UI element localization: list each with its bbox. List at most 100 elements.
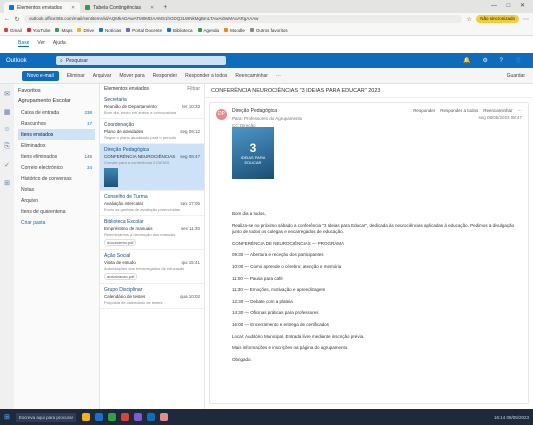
apps-icon[interactable]: ⊞: [4, 179, 10, 187]
message-list-item[interactable]: Coordenação Plano de atividades seg 09:12 S…: [100, 119, 204, 144]
close-tab-icon[interactable]: ✕: [71, 5, 75, 11]
message-body: Bom dia a todos, Realiza-se no próximo sá…: [232, 211, 522, 368]
app-name[interactable]: Outlook: [6, 58, 48, 64]
bookmark-item[interactable]: Drive: [77, 28, 94, 33]
taskbar-app-icon[interactable]: [159, 413, 168, 421]
bookmark-item[interactable]: Portal Docente: [126, 28, 162, 33]
poster-number: 3: [249, 141, 257, 155]
archive-button[interactable]: Arquivar: [93, 73, 112, 79]
message-list-item[interactable]: Grupo Disciplinar Calendário de testes qua…: [100, 284, 204, 309]
taskbar-search[interactable]: Escreva aqui para procurar: [15, 412, 76, 422]
message-list-item[interactable]: Secretaria Reunião de Departamento ter 10:…: [100, 94, 204, 119]
favorites-heading[interactable]: Favoritos: [18, 88, 95, 94]
forward-button[interactable]: Reencaminhar: [235, 73, 268, 79]
taskbar-app-icon[interactable]: [146, 413, 155, 421]
bookmark-item[interactable]: Gmail: [4, 28, 22, 33]
forward-action[interactable]: Reencaminhar: [483, 108, 512, 113]
folder-item[interactable]: Arquivo: [18, 195, 95, 206]
folder-item[interactable]: Itens eliminados 145: [18, 151, 95, 162]
new-mail-button[interactable]: Novo e-mail: [22, 70, 59, 81]
folder-item[interactable]: Correio electrónico 34: [18, 162, 95, 173]
folder-item[interactable]: Histórico de conversas: [18, 173, 95, 184]
more-button[interactable]: ···: [276, 73, 281, 79]
tab-home[interactable]: Base: [18, 40, 30, 47]
avatar[interactable]: DP: [216, 109, 227, 120]
folder-item[interactable]: Eliminados: [18, 140, 95, 151]
bookmark-icon: [126, 28, 131, 32]
star-icon[interactable]: ☆: [466, 16, 472, 23]
attachment-thumbnail[interactable]: [104, 168, 118, 187]
message-list-item[interactable]: Conselho de Turma Avaliação intercalar sex…: [100, 191, 204, 216]
reload-icon[interactable]: ↻: [14, 16, 20, 23]
poster-image[interactable]: 3 IDEIAS PARA EDUCAR: [232, 127, 274, 179]
bookmark-icon: [249, 28, 254, 32]
folder-item[interactable]: Rascunhos 17: [18, 118, 95, 129]
body-paragraph: 11:00 — Pausa para café: [232, 275, 283, 281]
account-name[interactable]: Agrupamento Escolar: [18, 98, 95, 104]
tasks-icon[interactable]: ✓: [4, 161, 10, 169]
people-icon[interactable]: ☺: [3, 126, 10, 133]
command-ribbon: Novo e-mail Eliminar Arquivar Mover para…: [0, 68, 533, 84]
header-icons[interactable]: 🔔 ⚙ ? 👤: [463, 57, 527, 64]
browser-tab-second[interactable]: Tabela Contingências ✕: [80, 2, 159, 13]
bookmark-item[interactable]: Maps: [55, 28, 72, 33]
delete-button[interactable]: Eliminar: [67, 73, 85, 79]
new-tab-button[interactable]: +: [163, 2, 167, 13]
taskbar-app-icon[interactable]: [120, 413, 129, 421]
bookmark-item[interactable]: Moodle: [224, 28, 245, 33]
folder-item[interactable]: Itens de quarentena: [18, 206, 95, 217]
reply-action[interactable]: Responder: [413, 108, 435, 113]
reply-all-action[interactable]: Responder a todos: [440, 108, 478, 113]
message-list-item[interactable]: Biblioteca Escolar Empréstimo de manuais s…: [100, 216, 204, 250]
attach-icon[interactable]: ⎘: [4, 143, 10, 151]
message-list: Elementos enviados Filtrar Secretaria Reu…: [100, 84, 205, 409]
reply-all-button[interactable]: Responder a todos: [185, 73, 227, 79]
bookmark-item[interactable]: Biblioteca: [167, 28, 193, 33]
reply-button[interactable]: Responder: [153, 73, 177, 79]
back-arrow-icon[interactable]: ←: [4, 16, 10, 22]
url-field[interactable]: outlook.office365.com/mail/sentitems/id/…: [24, 15, 463, 23]
unread-count: 17: [86, 121, 92, 126]
search-input[interactable]: ⌕ Pesquisar: [56, 56, 226, 65]
taskbar-app-icon[interactable]: [133, 413, 142, 421]
filter-button[interactable]: Filtrar: [187, 86, 200, 92]
calendar-icon[interactable]: ▦: [4, 108, 11, 116]
body-paragraph: Local: Auditório Municipal. Entrada livr…: [232, 333, 365, 339]
bookmark-item[interactable]: Notícias: [98, 28, 121, 33]
window-controls[interactable]: — □ ✕: [491, 2, 529, 9]
message-subject: Empréstimo de manuais: [104, 226, 153, 231]
message-sender: Secretaria: [104, 97, 127, 103]
bookmark-item[interactable]: YouTube: [26, 28, 50, 33]
message-list-item[interactable]: Ação Social Visita de estudo qui 15:41 Auto…: [100, 250, 204, 284]
folder-item[interactable]: Itens enviados: [18, 129, 95, 140]
create-folder-link[interactable]: Criar pasta: [18, 217, 95, 228]
sender-name[interactable]: Direção Pedagógica: [232, 108, 302, 115]
close-tab-icon[interactable]: ✕: [150, 5, 154, 11]
message-list-item[interactable]: Direção Pedagógica CONFERÊNCIA NEUROCIÊNC…: [100, 144, 204, 191]
attachment-chip[interactable]: autorizacao.pdf: [104, 273, 138, 280]
taskbar-app-icon[interactable]: [94, 413, 103, 421]
save-button[interactable]: Guardar: [507, 73, 525, 79]
browser-tab-outlook[interactable]: Elementos enviados ✕: [4, 2, 81, 13]
body-paragraph: 12:30 — Debate com a plateia: [232, 298, 293, 304]
message-time: sex 17:05: [180, 201, 200, 206]
sync-status-button[interactable]: Não sincronizado: [476, 15, 519, 23]
tab-view[interactable]: Ver: [37, 40, 45, 47]
windows-start-icon[interactable]: ⊞: [4, 413, 10, 421]
bookmark-label: Drive: [83, 27, 94, 33]
taskbar-app-icon[interactable]: [107, 413, 116, 421]
move-button[interactable]: Mover para: [119, 73, 144, 79]
bookmark-item[interactable]: Outros favoritos: [249, 28, 288, 33]
message-actions: Responder Responder a todos Reencaminhar…: [413, 108, 522, 113]
more-actions[interactable]: ···: [518, 108, 523, 113]
bookmark-item[interactable]: Agenda: [197, 28, 219, 33]
folder-item[interactable]: Caixa de entrada 238: [18, 107, 95, 118]
more-menu-icon[interactable]: ⋯: [523, 16, 529, 23]
taskbar-app-icon[interactable]: [81, 413, 90, 421]
folder-item[interactable]: Notas: [18, 184, 95, 195]
attachment-chip[interactable]: documento.pdf: [104, 239, 137, 246]
folder-pane: Favoritos Agrupamento Escolar Caixa de e…: [14, 84, 100, 409]
mail-icon[interactable]: ✉: [4, 90, 10, 98]
system-tray-clock[interactable]: 16:14 08/05/2023: [494, 415, 529, 420]
tab-help[interactable]: Ajuda: [53, 40, 66, 47]
